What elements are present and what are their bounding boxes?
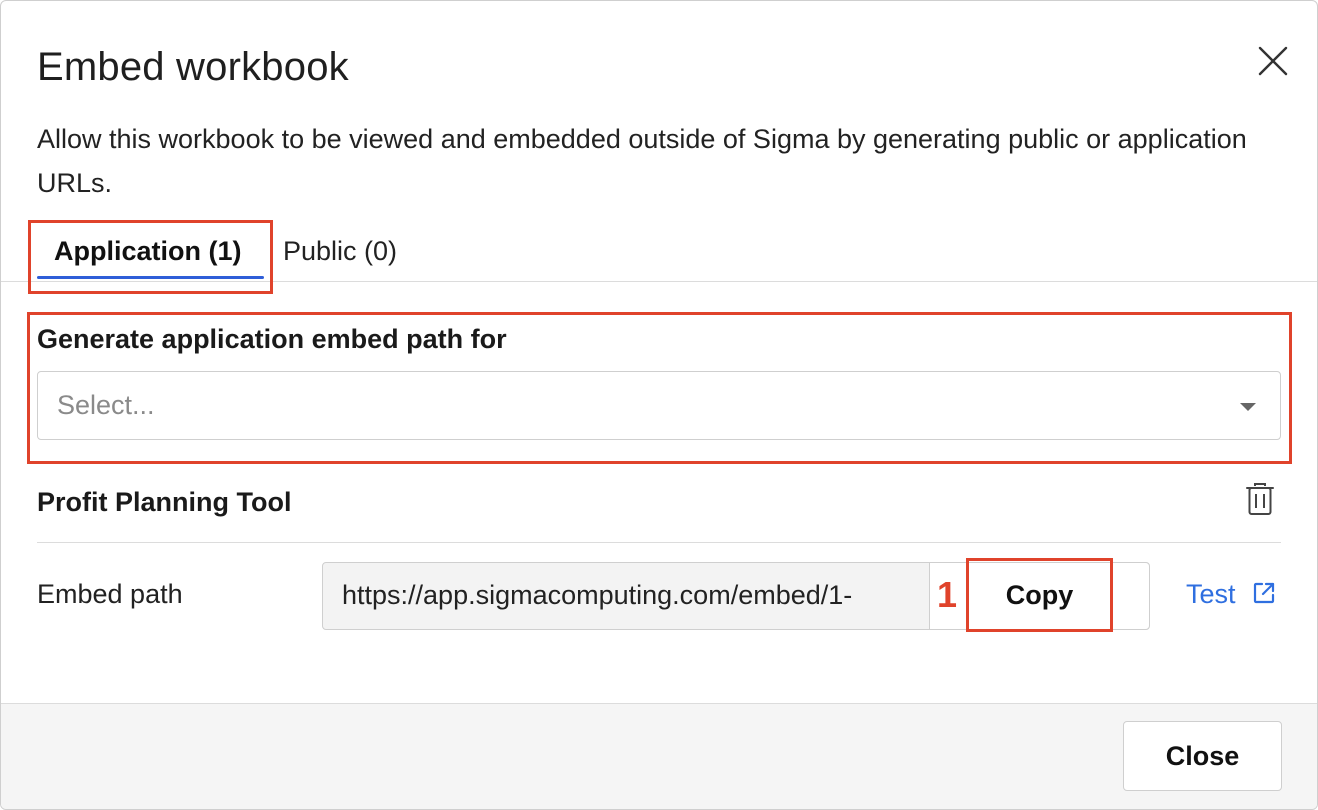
dialog-title: Embed workbook: [37, 45, 349, 89]
embed-url-text: https://app.sigmacomputing.com/embed/1-: [342, 580, 853, 610]
step-number-annotation: 1: [937, 574, 958, 615]
trash-icon[interactable]: [1245, 482, 1275, 516]
annotation-highlight-generate: [27, 312, 1292, 464]
embed-workbook-dialog: Embed workbook Allow this workbook to be…: [0, 0, 1318, 810]
annotation-highlight-copy: [966, 558, 1113, 632]
close-button[interactable]: Close: [1123, 721, 1282, 791]
dialog-footer: [1, 703, 1317, 809]
embed-item-title: Profit Planning Tool: [37, 487, 292, 517]
test-link[interactable]: Test: [1186, 579, 1236, 610]
tab-public[interactable]: Public (0): [283, 233, 397, 269]
dialog-description: Allow this workbook to be viewed and emb…: [37, 124, 1247, 198]
embed-item-divider: [37, 542, 1281, 543]
external-link-icon[interactable]: [1252, 581, 1276, 605]
annotation-highlight-tab: [28, 220, 273, 294]
embed-path-label: Embed path: [37, 579, 183, 609]
close-icon[interactable]: [1255, 43, 1291, 79]
